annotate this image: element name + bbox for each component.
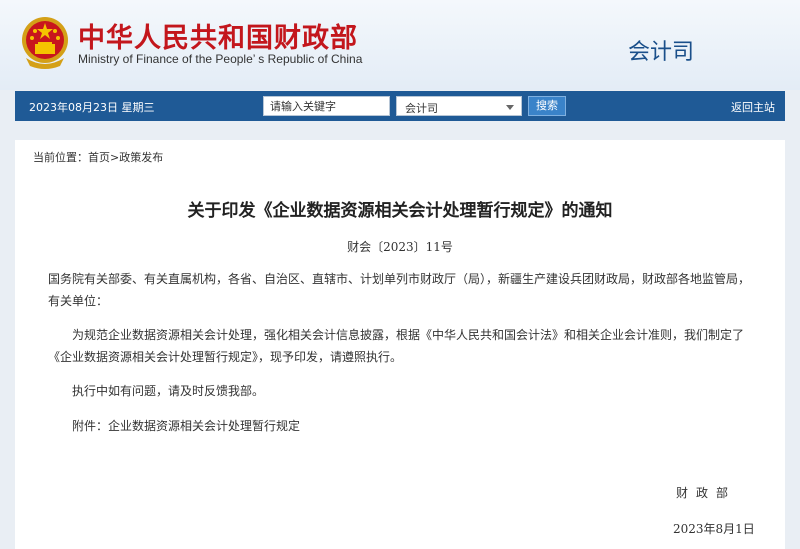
article-panel: 当前位置：首页>政策发布 关于印发《企业数据资源相关会计处理暂行规定》的通知 财… xyxy=(15,140,785,549)
document-number: 财会〔2023〕11号 xyxy=(347,240,453,254)
search-button[interactable]: 搜索 xyxy=(528,96,566,116)
attachment-link[interactable]: 附件：企业数据资源相关会计处理暂行规定 xyxy=(48,415,756,437)
article-paragraph: 为规范企业数据资源相关会计处理，强化相关会计信息披露，根据《中华人民共和国会计法… xyxy=(48,328,745,364)
article-paragraph: 执行中如有问题，请及时反馈我部。 xyxy=(72,384,265,398)
current-date: 2023年08月23日 星期三 xyxy=(29,101,155,114)
site-header: 中华人民共和国财政部 Ministry of Finance of the Pe… xyxy=(0,0,800,90)
signer: 财政部 xyxy=(676,486,737,500)
nav-bar: 2023年08月23日 星期三 会计司 搜索 返回主站 xyxy=(15,91,785,121)
site-subtitle: Ministry of Finance of the People’ s Rep… xyxy=(78,52,363,66)
return-home-link[interactable]: 返回主站 xyxy=(731,99,775,115)
department-select[interactable]: 会计司 xyxy=(396,96,522,116)
department-name: 会计司 xyxy=(628,40,695,65)
national-emblem-icon[interactable] xyxy=(20,14,70,70)
article-title: 关于印发《企业数据资源相关会计处理暂行规定》的通知 xyxy=(187,201,613,221)
signature-date: 2023年8月1日 xyxy=(673,522,755,536)
article-paragraph: 国务院有关部委、有关直属机构，各省、自治区、直辖市、计划单列市财政厅（局），新疆… xyxy=(48,272,751,308)
breadcrumb: 当前位置：首页>政策发布 xyxy=(33,151,164,164)
chevron-down-icon xyxy=(506,105,514,110)
search-input[interactable] xyxy=(263,96,390,116)
department-select-value: 会计司 xyxy=(405,102,438,115)
site-title[interactable]: 中华人民共和国财政部 xyxy=(78,16,358,55)
